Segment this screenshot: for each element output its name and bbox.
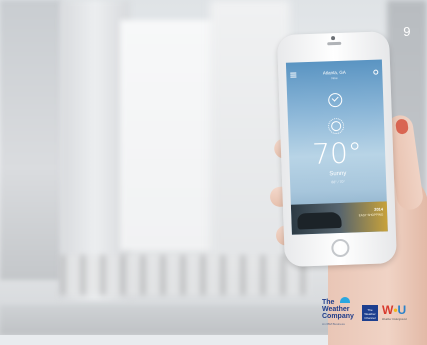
twc-logo-line: Company [322,313,354,320]
smartphone: Atlanta, GA Now 70° Sunny 88° / 70° 2014… [276,31,397,267]
sun-icon [330,120,342,132]
thumbnail [394,118,409,135]
ad-headline: 2014 [374,206,384,212]
page-number: 9 [403,24,411,39]
front-camera-icon [331,36,336,41]
ad-subline: EASY SHOPPING [358,212,384,218]
phone-screen: Atlanta, GA Now 70° Sunny 88° / 70° 2014… [285,59,388,235]
temperature: 70° [311,136,363,171]
twc-logo-line: The [322,299,335,306]
speaker-grille [327,41,342,46]
background-left-window [0,0,62,280]
wu-u: U [397,303,407,317]
the-weather-company-logo: The Weather Company An IBM Business [322,297,362,329]
logo-strip: The Weather Company An IBM Business The … [322,297,422,331]
twc-tagline: An IBM Business [322,322,345,326]
check-circle-icon [328,92,343,108]
car-advertisement[interactable]: 2014 EASY SHOPPING [290,201,388,235]
weather-underground-logo: W•U Weather Underground [382,301,412,325]
twc-logo-line: Weather [322,306,350,313]
swoosh-icon [340,297,350,303]
weather-channel-logo: The Weather Channel [362,305,378,321]
car-image [297,211,342,230]
wu-mark: W•U [382,303,406,317]
wu-w: W [382,303,394,317]
high-low-temp: 88° / 70° [331,179,345,185]
home-button [331,238,350,258]
wu-subtitle: Weather Underground [382,318,407,321]
